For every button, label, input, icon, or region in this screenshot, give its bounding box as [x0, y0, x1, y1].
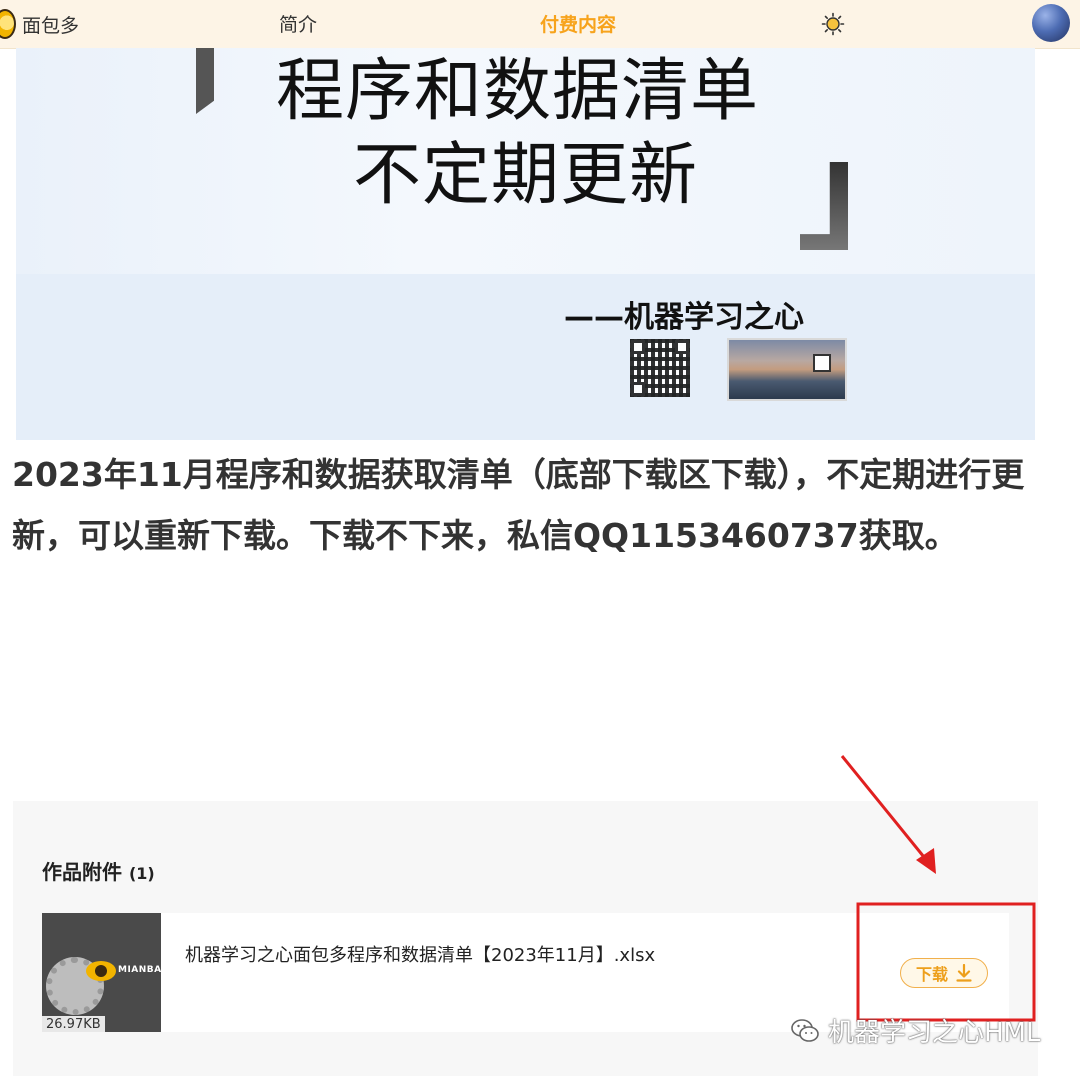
brand-link[interactable]: 面包多: [0, 6, 79, 42]
cover-title-line1: 程序和数据清单: [275, 52, 759, 131]
attachments-heading: 作品附件 (1): [42, 856, 155, 885]
promo-qr-icon: [813, 354, 831, 372]
thumb-brand-text: MIANBAO: [118, 965, 161, 975]
cover-lower-band: [16, 274, 1035, 440]
brand-name: 面包多: [22, 14, 80, 37]
promo-card-image: [727, 338, 847, 401]
attachments-count: (1): [128, 864, 155, 883]
attachments-title: 作品附件: [42, 860, 122, 884]
cover-author: ——机器学习之心: [564, 300, 804, 335]
watermark-text: 机器学习之心HML: [828, 1018, 1041, 1048]
article-text: 2023年11月程序和数据获取清单（底部下载区下载），不定期进行更新，可以重新下…: [12, 455, 1025, 555]
file-name: 机器学习之心面包多程序和数据清单【2023年11月】.xlsx: [185, 945, 656, 966]
qr-code-icon: [630, 339, 690, 397]
cover-title-line2: 不定期更新: [352, 136, 698, 215]
tab-intro[interactable]: 简介: [279, 10, 317, 37]
file-thumbnail: MIANBAO 26.97KB: [42, 913, 161, 1032]
top-nav-bar: 面包多 简介 付费内容: [0, 0, 1080, 49]
wechat-icon: [791, 1018, 819, 1042]
sun-icon[interactable]: [821, 12, 845, 36]
cover-image: 程序和数据清单 不定期更新 ——机器学习之心: [16, 48, 1035, 440]
wechat-watermark: 机器学习之心HML: [790, 1012, 1040, 1049]
user-avatar[interactable]: [1032, 4, 1070, 42]
mianbaoduo-logo-icon: [0, 9, 16, 39]
download-button[interactable]: 下载: [900, 958, 988, 988]
eye-logo-icon: [86, 961, 116, 981]
file-size: 26.97KB: [42, 1016, 105, 1032]
tab-paid-content[interactable]: 付费内容: [540, 10, 616, 37]
download-arrow-icon: [956, 964, 972, 982]
download-label: 下载: [915, 965, 948, 984]
